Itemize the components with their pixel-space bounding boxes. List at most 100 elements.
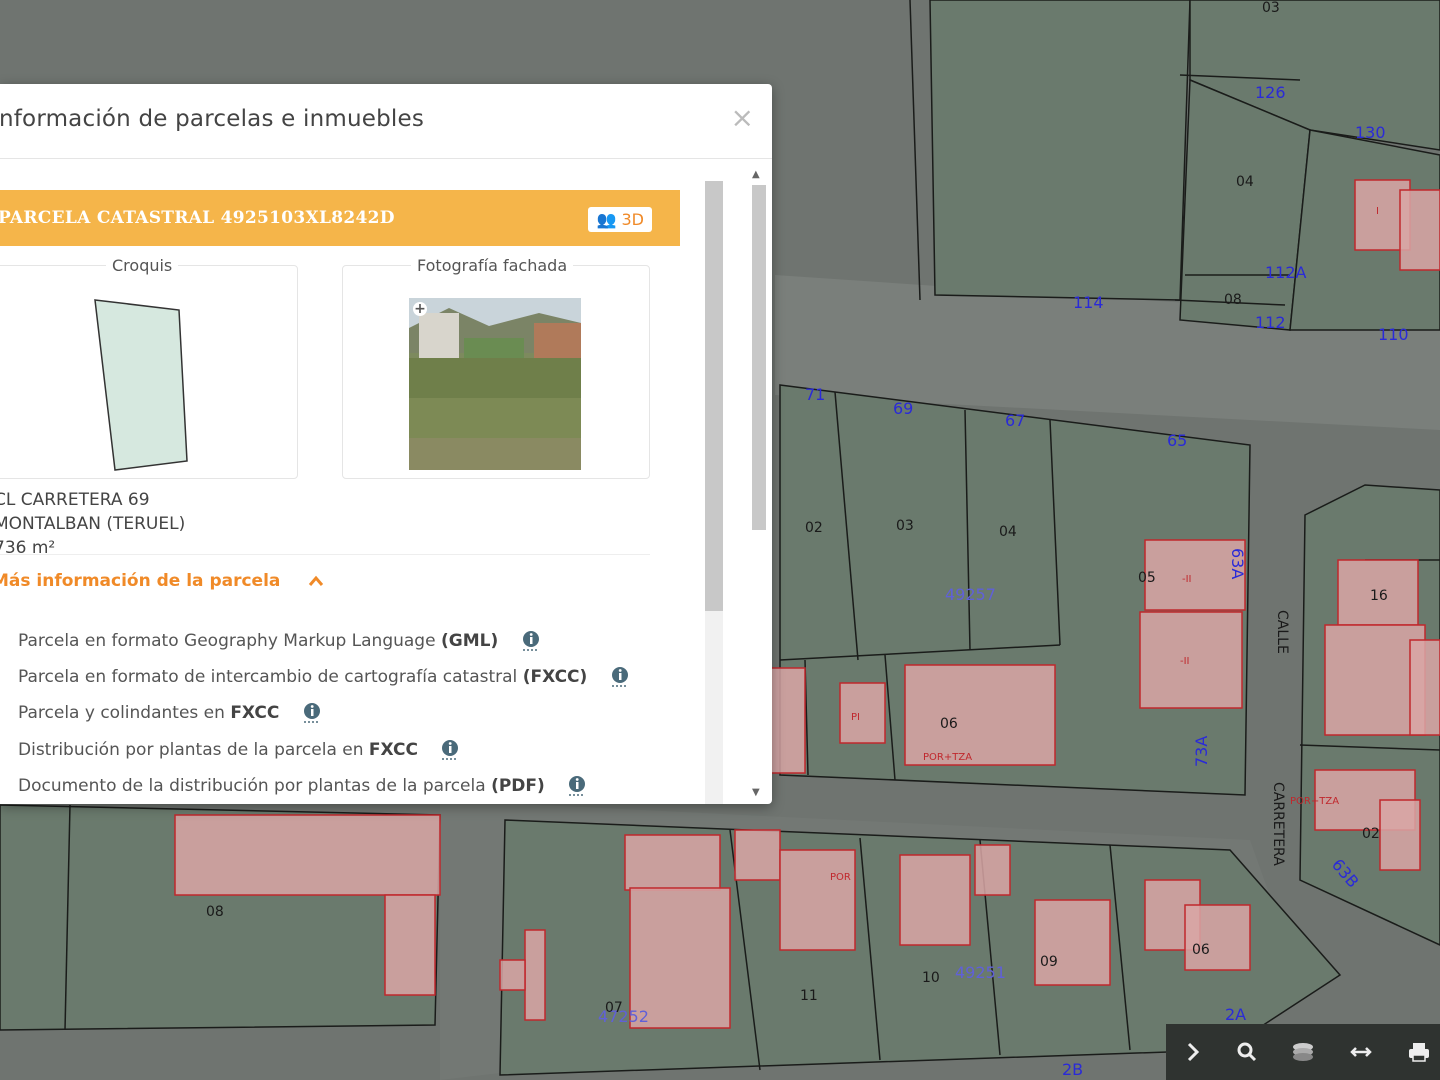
info-icon[interactable] [522, 630, 540, 652]
map-label-114: 114 [1073, 293, 1104, 312]
croquis-fieldset: Croquis [0, 256, 298, 479]
building-label: -II [1180, 656, 1190, 667]
map-label-2a: 2A [1225, 1005, 1246, 1024]
map-num: 09 [1040, 954, 1058, 970]
map-num: 03 [896, 518, 914, 534]
info-icon[interactable] [568, 775, 586, 797]
map-num: 05 [1138, 570, 1156, 586]
map-num: 08 [1224, 292, 1242, 308]
close-button[interactable]: × [731, 104, 754, 132]
link-format: (PDF) [491, 776, 545, 796]
facade-photo-label: Fotografía fachada [411, 256, 574, 275]
divider [0, 554, 650, 555]
search-icon [1237, 1042, 1257, 1062]
link-plantas-pdf[interactable]: Documento de la distribución por plantas… [18, 775, 586, 797]
street-label-carretera: CARRETERA [1270, 782, 1286, 866]
info-icon[interactable] [303, 702, 321, 724]
scroll-down-arrow[interactable]: ▼ [752, 787, 760, 798]
map-label-71: 71 [805, 385, 825, 404]
map-num: 04 [999, 524, 1017, 540]
chevron-up-icon [309, 575, 324, 586]
link-format: (GML) [440, 631, 499, 651]
print-button[interactable] [1392, 1024, 1440, 1080]
map-num: 04 [1236, 174, 1254, 190]
link-format: FXCC [368, 740, 418, 760]
map-label-49257: 49257 [945, 585, 996, 604]
3d-icon: 👥 [596, 210, 617, 229]
building-label: -II [1182, 574, 1192, 585]
scroll-up-arrow[interactable]: ▲ [752, 169, 760, 180]
map-num: 07 [605, 1000, 623, 1016]
building-label: POR+TZA [1290, 796, 1339, 807]
map-label-2b: 2B [1062, 1060, 1083, 1079]
link-text: Distribución por plantas de la parcela e… [18, 740, 364, 760]
facade-photo[interactable]: + [409, 298, 581, 470]
inner-scrollbar-thumb[interactable] [705, 181, 723, 611]
address-line-1: CL CARRETERA 69 [0, 490, 150, 510]
layers-icon [1293, 1043, 1313, 1061]
parcel-reference: PARCELA CATASTRAL 4925103XL8242D [0, 208, 395, 228]
chevron-right-icon [1187, 1042, 1200, 1062]
map-label-112a: 112A [1265, 263, 1307, 282]
map-num: 06 [940, 716, 958, 732]
modal-header: Información de parcelas e inmuebles × [0, 84, 772, 159]
map-num: 02 [805, 520, 823, 536]
map-num: 08 [206, 904, 224, 920]
map-label-69: 69 [893, 399, 913, 418]
more-info-toggle[interactable]: Más información de la parcela [0, 571, 324, 591]
parcel-info-modal: Información de parcelas e inmuebles × PA… [0, 84, 772, 804]
map-num: 11 [800, 988, 818, 1004]
link-format: FXCC [230, 703, 280, 723]
measure-icon [1350, 1047, 1372, 1057]
street-label-calle: CALLE [1274, 610, 1290, 654]
expand-button[interactable] [1166, 1024, 1220, 1080]
map-num: 06 [1192, 942, 1210, 958]
outer-scrollbar-thumb[interactable] [752, 185, 766, 530]
link-text: Parcela y colindantes en [18, 703, 225, 723]
map-num: 03 [1262, 0, 1280, 16]
map-label-112: 112 [1255, 313, 1286, 332]
link-text: Parcela en formato de intercambio de car… [18, 667, 518, 687]
map-label-65: 65 [1167, 431, 1187, 450]
map-num: 02 [1362, 826, 1380, 842]
facade-photo-fieldset: Fotografía fachada + [342, 256, 650, 479]
link-gml[interactable]: Parcela en formato Geography Markup Lang… [18, 630, 540, 652]
info-icon[interactable] [611, 666, 629, 688]
info-icon[interactable] [441, 739, 459, 761]
view-3d-label: 3D [621, 210, 645, 229]
building-label: POR+TZA [923, 752, 972, 763]
measure-button[interactable] [1334, 1024, 1388, 1080]
link-format: (FXCC) [522, 667, 588, 687]
map-num: 10 [922, 970, 940, 986]
map-label-73a: 73A [1192, 736, 1211, 767]
search-button[interactable] [1220, 1024, 1274, 1080]
building-label: PI [851, 712, 860, 723]
parcel-sketch[interactable] [91, 296, 191, 476]
address-line-2: MONTALBAN (TERUEL) [0, 514, 186, 534]
link-plantas-fxcc[interactable]: Distribución por plantas de la parcela e… [18, 739, 459, 761]
link-colindantes-fxcc[interactable]: Parcela y colindantes en FXCC [18, 702, 321, 724]
map-label-130: 130 [1355, 123, 1386, 142]
modal-title: Información de parcelas e inmuebles [0, 106, 425, 132]
print-icon [1409, 1043, 1429, 1062]
map-label-126: 126 [1255, 83, 1286, 102]
map-label-67: 67 [1005, 411, 1025, 430]
modal-body[interactable]: PARCELA CATASTRAL 4925103XL8242D 👥 3D Cr… [0, 159, 772, 804]
building-label: POR [830, 872, 851, 883]
link-fxcc[interactable]: Parcela en formato de intercambio de car… [18, 666, 629, 688]
parcel-panel-header: PARCELA CATASTRAL 4925103XL8242D 👥 3D [0, 190, 680, 246]
more-info-label: Más información de la parcela [0, 571, 281, 591]
building-label: I [1376, 206, 1379, 217]
map-toolbar [1166, 1024, 1440, 1080]
layers-button[interactable] [1276, 1024, 1330, 1080]
link-text: Documento de la distribución por plantas… [18, 776, 486, 796]
link-text: Parcela en formato Geography Markup Lang… [18, 631, 436, 651]
map-label-63a: 63A [1228, 548, 1247, 579]
map-label-110: 110 [1378, 325, 1409, 344]
croquis-label: Croquis [106, 256, 179, 275]
map-label-49251: 49251 [955, 963, 1006, 982]
parcel-area: 736 m² [0, 538, 56, 558]
zoom-in-icon[interactable]: + [413, 302, 427, 316]
view-3d-button[interactable]: 👥 3D [588, 207, 652, 232]
map-num: 16 [1370, 588, 1388, 604]
